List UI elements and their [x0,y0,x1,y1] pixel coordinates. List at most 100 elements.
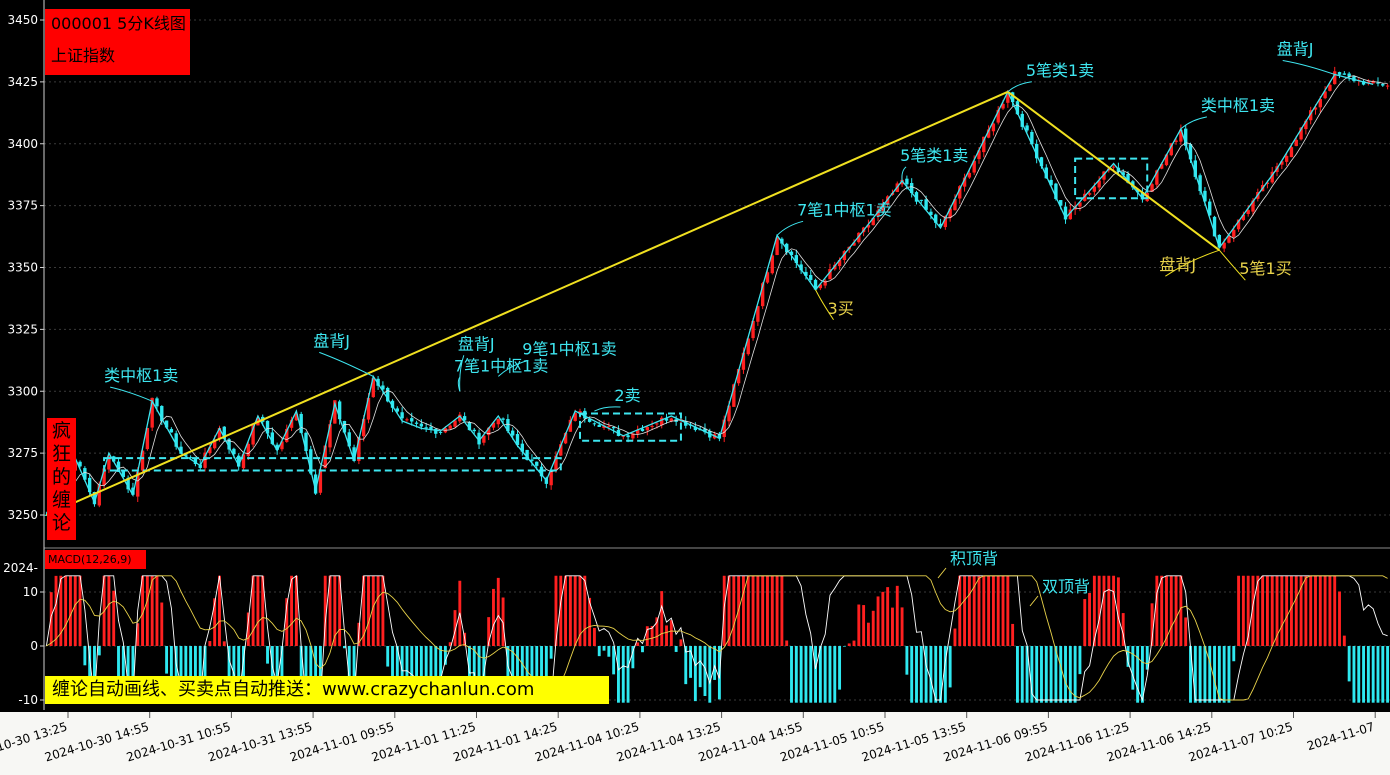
brand-char: 的 [51,466,71,488]
candle-body [626,435,630,438]
annotation-label: 9笔1中枢1卖 [522,339,617,358]
annotation-label: 盘背J [458,334,495,353]
candle-body [1342,73,1347,75]
annotation-label: 类中枢1卖 [104,366,178,385]
candle-body [511,430,515,436]
price-tick-label: 3300 [7,384,38,398]
annotation-arrow [1282,59,1335,75]
candle-body [472,429,476,432]
price-tick-label: 3400 [7,137,38,151]
annotation-label: 盘背J [1277,39,1314,58]
candle-body [535,461,539,466]
bi-stroke-lines [45,73,1374,516]
candle-body [405,419,409,421]
candle-body [155,398,159,407]
candle-body [597,424,601,427]
annotation-arrow [776,220,804,236]
candlesticks [44,66,1390,520]
candle-body [655,423,659,425]
chart-title-box: 000001 5分K线图 上证指数 [45,9,190,75]
macd-tick-label: 10 [23,585,38,599]
candle-body [1025,125,1029,131]
price-tick-label: 3275 [7,446,38,460]
annotation-arrow [1007,81,1032,93]
annotation-arrow [594,406,621,412]
candle-body [809,275,813,280]
candle-body [967,172,972,178]
candle-body [448,425,452,429]
trend-line [46,90,1220,516]
candle-body [592,423,597,425]
price-tick-label: 3325 [7,322,38,336]
candle-body [640,428,645,432]
candle-body [496,419,500,425]
annotation-label: 5笔1买 [1239,259,1291,278]
candle-body [1294,139,1298,147]
candle-body [410,418,414,422]
promo-banner[interactable]: 缠论自动画线、买卖点自动推送：www.crazychanlun.com [45,676,609,704]
price-tick-label: 3250 [7,508,38,522]
candle-body [919,199,923,201]
candle-body [1232,229,1236,237]
candle-body [1289,147,1294,158]
grid-lines [44,19,1390,701]
candle-body [419,423,424,427]
candle-body [453,420,457,427]
candle-body [1087,193,1092,195]
macd-tick-label: 0 [30,639,38,653]
period-label: 5分K线图 [117,14,186,33]
annotation-label: 盘背J [313,331,350,350]
candle-body [1376,82,1380,84]
annotation-label: 类中枢1卖 [1201,96,1275,115]
brand-char: 疯 [51,420,71,442]
price-tick-label: 3350 [7,261,38,275]
annotation-label: 7笔1中枢1卖 [797,200,892,219]
brand-char: 论 [51,512,71,534]
macd-signal-label: 积顶背 [950,549,998,568]
candle-body [1337,72,1342,75]
index-name: 上证指数 [51,46,116,65]
brand-char: 狂 [51,443,71,465]
candle-body [905,178,909,185]
symbol-code: 000001 [51,14,113,33]
candle-body [438,431,443,433]
price-axis: 3250 3275 3300 3325 3350 3375 3400 3425 3450 10 0 -… [3,0,45,710]
annotation-label: 3买 [828,299,854,318]
macd-tick-label: -10 [18,693,38,707]
annotation-label: 2卖 [614,386,640,405]
candle-body [1385,85,1390,87]
time-axis: 2024-10-30 13:252024-10-30 14:552024-10-… [0,712,1376,764]
annotation-label: 5笔类1卖 [1026,61,1094,80]
macd-label: MACD(12,26,9) [45,550,146,569]
annotation-label: 7笔1中枢1卖 [454,356,549,375]
candle-body [645,426,649,431]
candle-body [549,471,553,486]
brand-label: 疯狂的缠论 [47,418,76,540]
annotation-arrow [110,386,153,402]
time-tick-label: 2024-11-07 [1305,719,1376,753]
candle-body [501,418,505,420]
annotation-arrow [319,351,374,377]
macd-signal-label: 双顶背 [1042,577,1090,596]
price-tick-label: 3450 [7,13,38,27]
macd-signal-tick [1029,595,1039,607]
price-tick-label: 3425 [7,75,38,89]
annotation-arrow [1180,116,1207,130]
bi-polyline [45,73,1374,516]
signal-annotations: 类中枢1卖盘背J 盘背J7笔1中枢1卖9笔1中枢1卖2卖7笔1中枢1卖5笔类1卖3… [104,39,1335,412]
candle-body [1333,71,1337,85]
candle-body [246,443,250,457]
candle-body [1284,155,1289,162]
annotation-label: 盘背J [1159,255,1196,274]
trend-polyline [46,90,1220,516]
candle-body [414,422,419,424]
candle-body [1381,84,1385,86]
candle-body [169,428,174,433]
candle-body [1328,84,1332,91]
brand-char: 缠 [51,489,71,511]
annotation-label: 5笔类1卖 [900,146,968,165]
price-tick-label: 3375 [7,199,38,213]
candle-body [400,412,404,419]
kline-chart: 类中枢1卖盘背J 盘背J7笔1中枢1卖9笔1中枢1卖2卖7笔1中枢1卖5笔类1卖3… [3,0,1390,710]
candle-body [650,425,654,427]
